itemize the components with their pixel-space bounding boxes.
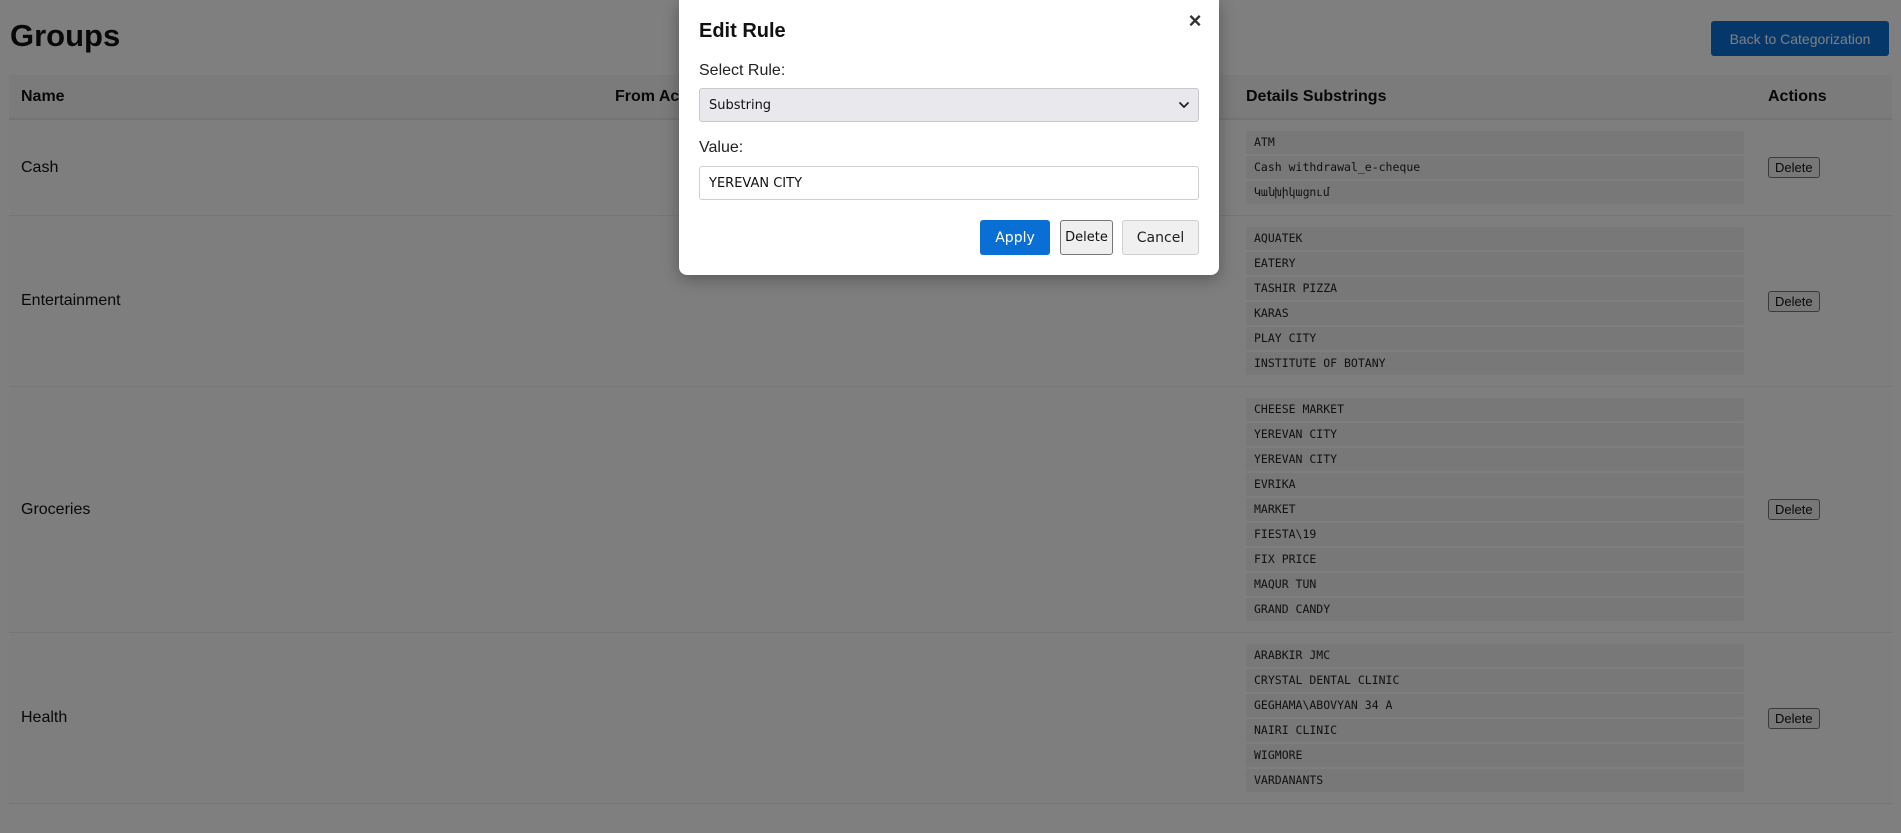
apply-button[interactable]: Apply — [980, 220, 1050, 255]
delete-rule-button[interactable]: Delete — [1060, 220, 1113, 255]
rule-select[interactable]: Substring — [699, 88, 1199, 122]
chevron-down-icon — [1179, 102, 1189, 108]
close-icon[interactable]: × — [1185, 9, 1205, 33]
modal-title: Edit Rule — [699, 20, 786, 42]
value-label: Value: — [699, 139, 744, 156]
rule-select-value: Substring — [709, 97, 772, 113]
cancel-button[interactable]: Cancel — [1122, 220, 1199, 255]
select-rule-label: Select Rule: — [699, 62, 786, 79]
edit-rule-modal: Edit Rule × Select Rule: Substring Value… — [679, 0, 1219, 275]
value-input[interactable] — [699, 166, 1199, 200]
